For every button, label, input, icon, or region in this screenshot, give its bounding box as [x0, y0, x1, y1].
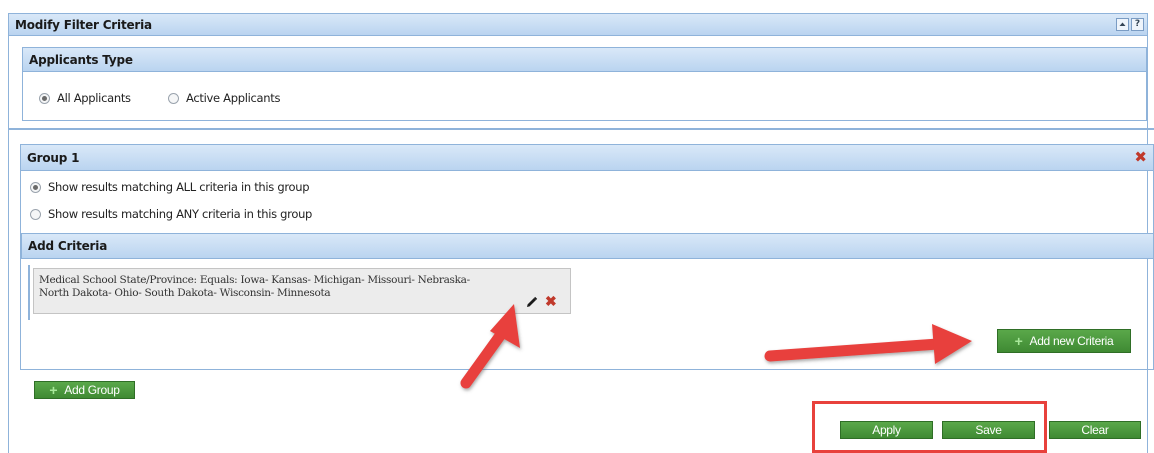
annotation-arrow-to-edit	[460, 304, 520, 389]
criteria-text-line-2: North Dakota- Ohio- South Dakota- Wiscon…	[39, 287, 331, 299]
criteria-list-border	[28, 265, 30, 320]
clear-button[interactable]: Clear	[1049, 421, 1141, 439]
add-criteria-title: Add Criteria	[28, 239, 108, 253]
applicants-type-title: Applicants Type	[29, 52, 133, 67]
annotation-highlight-box	[812, 401, 1047, 453]
radio-button[interactable]	[30, 208, 41, 220]
close-icon[interactable]: ✖	[1134, 150, 1147, 165]
group-header: Group 1 ✖	[21, 145, 1153, 171]
modify-filter-criteria-header: Modify Filter Criteria ?	[8, 13, 1148, 36]
radio-active-applicants[interactable]: Active Applicants	[168, 91, 280, 105]
add-new-criteria-button[interactable]: + Add new Criteria	[997, 329, 1131, 353]
radio-button[interactable]	[168, 92, 179, 104]
add-group-label: Add Group	[64, 383, 120, 397]
radio-button[interactable]	[39, 92, 50, 104]
section-divider	[8, 128, 1154, 130]
add-criteria-header: Add Criteria	[21, 233, 1154, 259]
annotation-arrow-to-add-criteria	[764, 324, 972, 364]
add-new-criteria-label: Add new Criteria	[1029, 334, 1114, 348]
add-group-button[interactable]: + Add Group	[34, 381, 135, 399]
page-title: Modify Filter Criteria	[15, 17, 152, 32]
collapse-icon[interactable]	[1116, 18, 1129, 31]
radio-match-all[interactable]: Show results matching ALL criteria in th…	[30, 180, 310, 194]
radio-button[interactable]	[30, 181, 41, 193]
help-icon[interactable]: ?	[1131, 18, 1144, 31]
radio-label: Show results matching ALL criteria in th…	[48, 180, 310, 194]
radio-match-any[interactable]: Show results matching ANY criteria in th…	[30, 207, 312, 221]
applicants-type-header: Applicants Type	[23, 48, 1146, 72]
plus-icon: +	[1014, 333, 1023, 349]
criteria-text-line-1: Medical School State/Province: Equals: I…	[39, 274, 470, 286]
radio-label: All Applicants	[57, 91, 131, 105]
close-icon[interactable]: ✖	[545, 295, 557, 310]
clear-label: Clear	[1081, 423, 1109, 437]
plus-icon: +	[49, 382, 58, 398]
radio-label: Active Applicants	[186, 91, 281, 105]
applicants-type-panel: Applicants Type All Applicants Active Ap…	[22, 47, 1147, 121]
group-title: Group 1	[27, 150, 80, 165]
radio-all-applicants[interactable]: All Applicants	[39, 91, 131, 105]
radio-label: Show results matching ANY criteria in th…	[48, 207, 313, 221]
